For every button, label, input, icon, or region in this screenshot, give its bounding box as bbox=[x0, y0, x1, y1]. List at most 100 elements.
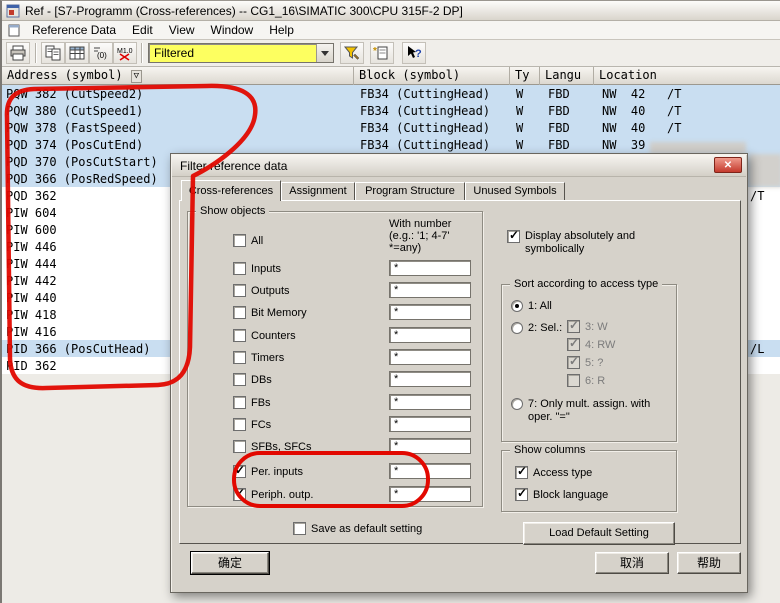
save-default-checkbox[interactable]: Save as default setting bbox=[293, 522, 422, 535]
column-header-address[interactable]: Address (symbol) ▽ bbox=[2, 67, 354, 85]
window-title: Ref - [S7-Programm (Cross-references) --… bbox=[25, 3, 463, 18]
show-columns-item-access-type[interactable]: Access type bbox=[515, 464, 592, 479]
checkbox bbox=[233, 351, 246, 364]
checkbox bbox=[567, 336, 580, 351]
show-objects-item-dbs[interactable]: DBs bbox=[233, 373, 272, 386]
sel-option-6-r[interactable]: 6: R bbox=[567, 374, 605, 387]
column-label: Block (symbol) bbox=[359, 68, 461, 82]
show-objects-item-all[interactable]: All bbox=[233, 234, 263, 247]
show-objects-legend: Show objects bbox=[196, 205, 270, 217]
tab-program-structure[interactable]: Program Structure bbox=[355, 182, 465, 200]
table-row[interactable]: PQW 380 (CutSpeed1) FB34 (CuttingHead) W FB… bbox=[2, 102, 780, 119]
column-header-location[interactable]: Location bbox=[594, 67, 780, 85]
sort-7-only-mult-assign-with-oper[interactable]: 7: Only mult. assign. with oper. "=" bbox=[511, 398, 660, 424]
dialog-titlebar[interactable]: Filter reference data bbox=[172, 155, 746, 177]
sort-1-all[interactable]: 1: All bbox=[511, 300, 552, 312]
show-objects-item-outputs[interactable]: Outputs bbox=[233, 284, 290, 297]
with-number-input-inputs[interactable]: * bbox=[389, 260, 471, 276]
sel-option-5[interactable]: 5: ? bbox=[567, 354, 604, 369]
show-objects-item-per-inputs[interactable]: Per. inputs bbox=[233, 463, 303, 478]
sel-option-label: 5: ? bbox=[585, 356, 604, 369]
menu-item-view[interactable]: View bbox=[161, 22, 203, 38]
with-number-input-sfbs-sfcs[interactable]: * bbox=[389, 438, 471, 454]
with-number-input-dbs[interactable]: * bbox=[389, 371, 471, 387]
show-objects-item-periph-outp[interactable]: Periph. outp. bbox=[233, 486, 313, 501]
radio-button bbox=[511, 300, 523, 312]
filter-combo-value: Filtered bbox=[154, 46, 195, 60]
window-titlebar[interactable]: Ref - [S7-Programm (Cross-references) --… bbox=[2, 1, 780, 21]
address-cell: PIW 416 bbox=[6, 325, 57, 339]
sort-2-sel[interactable]: 2: Sel.: bbox=[511, 322, 562, 334]
display-absolutely-checkbox[interactable]: Display absolutely and symbolically bbox=[507, 228, 653, 256]
svg-text:?: ? bbox=[415, 48, 422, 60]
address-list-button[interactable]: (0) bbox=[89, 42, 113, 64]
tab-unused-symbols[interactable]: Unused Symbols bbox=[465, 182, 565, 200]
help-button[interactable]: ? bbox=[402, 42, 426, 64]
column-header-block[interactable]: Block (symbol) bbox=[354, 67, 510, 85]
address-cell: PIW 446 bbox=[6, 240, 57, 254]
table-row[interactable]: PQW 382 (CutSpeed2) FB34 (CuttingHead) W FB… bbox=[2, 85, 780, 102]
child-window-icon bbox=[8, 24, 20, 36]
show-objects-item-fcs[interactable]: FCs bbox=[233, 418, 271, 431]
address-cell: PIW 604 bbox=[6, 206, 57, 220]
table-view-button[interactable] bbox=[65, 42, 89, 64]
show-objects-label: Inputs bbox=[251, 262, 281, 275]
location-cell: NW 40 /T bbox=[602, 104, 682, 118]
column-header-type[interactable]: Ty bbox=[510, 67, 540, 85]
show-objects-item-timers[interactable]: Timers bbox=[233, 351, 284, 364]
with-number-input-counters[interactable]: * bbox=[389, 327, 471, 343]
with-number-input-fcs[interactable]: * bbox=[389, 416, 471, 432]
checkbox bbox=[233, 329, 246, 342]
with-number-input-per-inputs[interactable]: * bbox=[389, 463, 471, 479]
ok-button[interactable]: 确定 bbox=[191, 552, 269, 574]
edit-filter-button[interactable] bbox=[340, 42, 364, 64]
radio-label: 7: Only mult. assign. with oper. "=" bbox=[528, 398, 651, 423]
checkbox bbox=[233, 262, 246, 275]
checkbox bbox=[567, 374, 580, 387]
filter-combo[interactable]: Filtered bbox=[148, 43, 334, 63]
print-button[interactable] bbox=[6, 42, 30, 64]
dialog-close-button[interactable]: ✕ bbox=[714, 157, 742, 173]
show-objects-item-fbs[interactable]: FBs bbox=[233, 396, 271, 409]
paired-lists-button[interactable] bbox=[41, 42, 65, 64]
show-objects-item-bit-memory[interactable]: Bit Memory bbox=[233, 306, 307, 319]
table-row[interactable]: PQW 378 (FastSpeed) FB34 (CuttingHead) W FB… bbox=[2, 119, 780, 136]
with-number-input-periph-outp[interactable]: * bbox=[389, 486, 471, 502]
with-number-input-fbs[interactable]: * bbox=[389, 394, 471, 410]
language-cell: FBD bbox=[548, 104, 570, 118]
show-objects-label: Bit Memory bbox=[251, 306, 307, 319]
block-cell: FB34 (CuttingHead) bbox=[360, 121, 491, 135]
menu-item-edit[interactable]: Edit bbox=[124, 22, 161, 38]
menu-items: Reference Data Edit View Window Help bbox=[24, 22, 302, 38]
sel-option-3-w[interactable]: 3: W bbox=[567, 318, 608, 333]
combo-dropdown-button[interactable] bbox=[316, 44, 333, 62]
tab-cross-references[interactable]: Cross-references bbox=[181, 180, 281, 201]
show-objects-item-sfbs-sfcs[interactable]: SFBs, SFCs bbox=[233, 440, 312, 453]
radio-label: 2: Sel.: bbox=[528, 322, 563, 334]
new-sheet-icon: * bbox=[373, 46, 388, 60]
load-default-setting-button[interactable]: Load Default Setting bbox=[523, 522, 675, 545]
symbol-filter-button[interactable]: M1.0 bbox=[113, 42, 137, 64]
tab-assignment[interactable]: Assignment bbox=[281, 182, 355, 200]
with-number-input-bit-memory[interactable]: * bbox=[389, 304, 471, 320]
menu-item-reference-data[interactable]: Reference Data bbox=[24, 22, 124, 38]
cancel-button[interactable]: 取消 bbox=[595, 552, 669, 574]
show-objects-label: All bbox=[251, 234, 264, 247]
show-columns-item-block-language[interactable]: Block language bbox=[515, 486, 608, 501]
show-objects-item-counters[interactable]: Counters bbox=[233, 329, 296, 342]
show-objects-label: Timers bbox=[251, 351, 285, 364]
sort-indicator-icon[interactable]: ▽ bbox=[130, 70, 143, 83]
new-window-button[interactable]: * bbox=[370, 42, 394, 64]
menu-item-window[interactable]: Window bbox=[203, 22, 262, 38]
column-header-language[interactable]: Langu bbox=[540, 67, 594, 85]
checkbox bbox=[515, 464, 528, 479]
menu-item-help[interactable]: Help bbox=[261, 22, 302, 38]
help-button-dialog[interactable]: 帮助 bbox=[677, 552, 741, 574]
menu-bar: Reference Data Edit View Window Help bbox=[2, 21, 780, 40]
address-cell: PIW 440 bbox=[6, 291, 57, 305]
address-cell: PQD 374 (PosCutEnd) bbox=[6, 138, 144, 152]
show-objects-item-inputs[interactable]: Inputs bbox=[233, 262, 281, 275]
with-number-input-outputs[interactable]: * bbox=[389, 282, 471, 298]
with-number-input-timers[interactable]: * bbox=[389, 349, 471, 365]
sel-option-4-rw[interactable]: 4: RW bbox=[567, 336, 615, 351]
